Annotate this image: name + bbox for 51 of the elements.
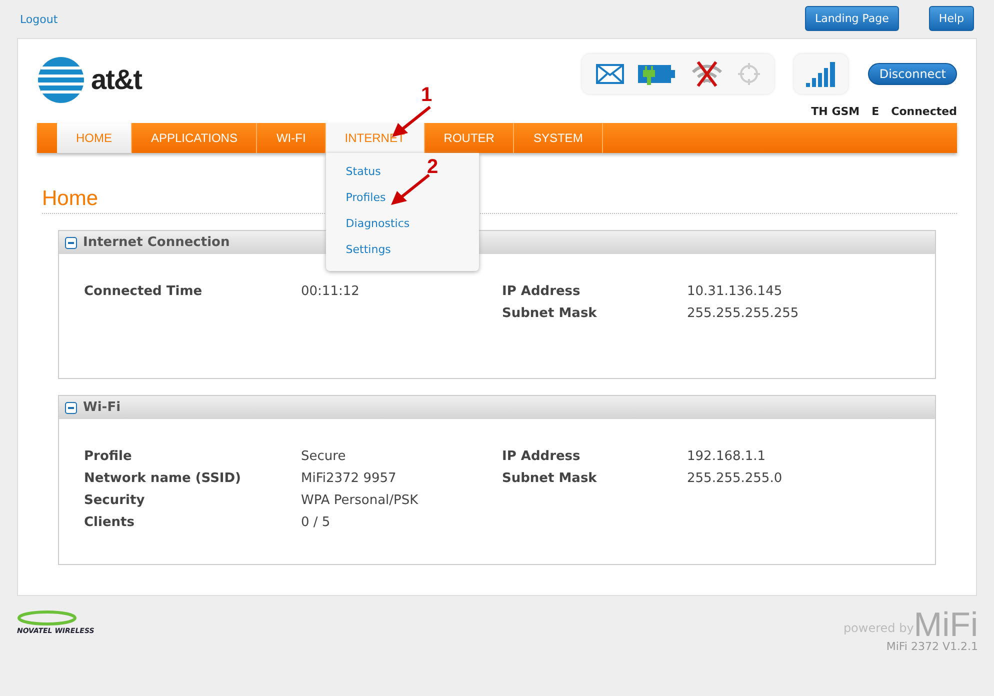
field-label: Subnet Mask [502, 306, 598, 321]
field-value: MiFi2372 9957 [301, 471, 396, 486]
menu-item[interactable]: Status [342, 159, 385, 185]
menu-item[interactable]: Settings [342, 237, 395, 263]
nav-tab[interactable]: INTERNET [326, 123, 425, 153]
nav-tab[interactable]: SYSTEM [514, 123, 603, 153]
network-status-text: E [872, 105, 880, 118]
wifi-crossed-icon [690, 60, 724, 88]
menu-item[interactable]: Diagnostics [342, 211, 414, 237]
nav-tab[interactable]: ROUTER [424, 123, 514, 153]
logo-text: at&t [91, 64, 142, 96]
nav-tab[interactable]: APPLICATIONS [132, 123, 258, 153]
field-label: IP Address [502, 284, 582, 299]
field-value: WPA Personal/PSK [301, 493, 418, 508]
collapse-icon[interactable] [65, 402, 77, 414]
nav-tab[interactable]: HOME [57, 123, 132, 153]
battery-plug-icon [638, 63, 676, 85]
field-value: 00:11:12 [301, 284, 360, 299]
network-status-text: TH GSM [811, 105, 860, 118]
brand-logo-text: MiFi [914, 610, 978, 640]
signal-bars-icon [806, 62, 836, 88]
field-value: 0 / 5 [301, 515, 330, 530]
annotation-arrow [389, 173, 431, 207]
network-status-text: Connected [891, 105, 957, 118]
globe-logo-icon [37, 56, 85, 104]
field-label: Profile [84, 449, 133, 464]
version-text: MiFi 2372 V1.2.1 [886, 640, 978, 653]
collapse-icon[interactable] [65, 236, 77, 248]
header-button[interactable]: Help [928, 6, 974, 30]
field-label: Security [84, 493, 146, 508]
field-value: 10.31.136.145 [687, 284, 782, 299]
gps-icon [738, 63, 760, 85]
swoosh-logo-icon [17, 610, 77, 626]
envelope-icon [596, 64, 624, 84]
field-value: Secure [301, 449, 346, 464]
panel-title: Internet Connection [83, 235, 230, 250]
field-label: Connected Time [84, 284, 204, 299]
field-label: Subnet Mask [502, 471, 598, 486]
field-value: 255.255.255.255 [687, 306, 799, 321]
field-label: Clients [84, 515, 136, 530]
disconnect-button[interactable]: Disconnect [868, 63, 957, 85]
annotation-number: 1 [421, 84, 432, 107]
panel-title: Wi-Fi [83, 400, 121, 415]
logout-link[interactable]: Logout [20, 12, 58, 26]
field-label: Network name (SSID) [84, 471, 242, 486]
menu-item[interactable]: Profiles [342, 185, 390, 211]
annotation-number: 2 [427, 156, 438, 179]
field-label: IP Address [502, 449, 582, 464]
field-value: 192.168.1.1 [687, 449, 766, 464]
header-button[interactable]: Landing Page [804, 6, 899, 30]
field-value: 255.255.255.0 [687, 471, 782, 486]
